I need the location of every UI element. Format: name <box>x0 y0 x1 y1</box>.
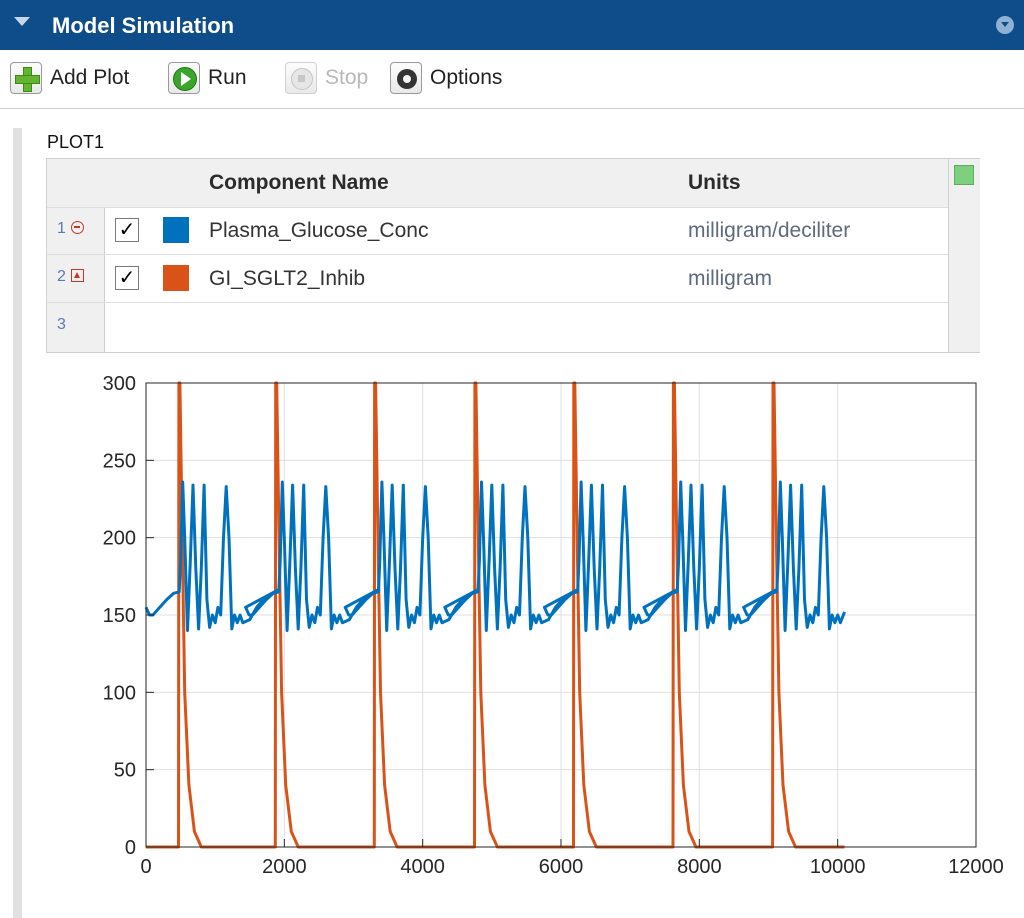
y-tick-label: 250 <box>103 450 136 472</box>
row-warning-icon <box>71 269 84 282</box>
line-color-swatch[interactable] <box>163 265 189 291</box>
panel-title-bar: Model Simulation <box>0 0 1024 50</box>
header-component-name: Component Name <box>209 171 389 194</box>
component-name[interactable]: GI_SGLT2_Inhib <box>209 267 365 291</box>
add-plot-label: Add Plot <box>50 66 130 89</box>
y-tick-label: 300 <box>103 373 136 395</box>
stop-label: Stop <box>325 66 369 89</box>
run-label: Run <box>208 66 247 89</box>
x-tick-label: 8000 <box>677 856 722 878</box>
line-color-swatch[interactable] <box>163 217 189 243</box>
plot-name: PLOT1 <box>47 132 105 152</box>
x-tick-label: 4000 <box>400 856 445 878</box>
plot-component-table: Component Name Units 1 ✓ Plasma_Glucose_… <box>46 158 980 353</box>
run-button[interactable]: Run <box>168 58 247 98</box>
y-tick-label: 100 <box>103 682 136 704</box>
row-number: 3 <box>57 316 66 333</box>
row-visible-checkbox[interactable]: ✓ <box>115 218 139 242</box>
component-name[interactable]: Plasma_Glucose_Conc <box>209 219 428 243</box>
x-tick-label: 12000 <box>948 856 1004 878</box>
toolbar: Add Plot Run Stop Options <box>0 50 1024 109</box>
x-tick-label: 10000 <box>810 856 866 878</box>
run-play-icon <box>168 62 200 94</box>
row-number: 1 <box>57 220 66 237</box>
component-units[interactable]: milligram <box>688 267 772 291</box>
row-number: 2 <box>57 268 66 285</box>
panel-title: Model Simulation <box>52 13 235 38</box>
row-visible-checkbox[interactable]: ✓ <box>115 266 139 290</box>
stop-button[interactable]: Stop <box>285 58 368 98</box>
y-tick-label: 0 <box>125 837 136 859</box>
panel-menu-icon[interactable] <box>996 16 1014 34</box>
add-plot-button[interactable]: Add Plot <box>10 58 129 98</box>
options-label: Options <box>430 66 503 89</box>
collapse-arrow-icon[interactable] <box>14 17 30 26</box>
x-tick-label: 2000 <box>262 856 307 878</box>
stop-icon <box>285 62 317 94</box>
table-header-row: Component Name Units <box>47 159 948 208</box>
table-row[interactable]: 3 <box>47 303 948 350</box>
table-row[interactable]: 1 ✓ Plasma_Glucose_Conc milligram/decili… <box>47 207 948 255</box>
y-tick-label: 50 <box>114 760 136 782</box>
table-status-column <box>948 159 980 352</box>
header-units: Units <box>688 171 741 194</box>
y-tick-label: 150 <box>103 605 136 627</box>
add-plus-icon <box>10 62 42 94</box>
status-indicator <box>954 165 974 185</box>
options-button[interactable]: Options <box>390 58 502 98</box>
gear-icon <box>390 62 422 94</box>
table-row[interactable]: 2 ✓ GI_SGLT2_Inhib milligram <box>47 255 948 303</box>
x-tick-label: 6000 <box>539 856 584 878</box>
x-tick-label: 0 <box>140 856 151 878</box>
y-tick-label: 200 <box>103 528 136 550</box>
simulation-plot[interactable]: 0 2000 4000 6000 8000 10000 12000 0 50 100 150 200… <box>0 358 1024 918</box>
row-status-icon <box>71 221 84 234</box>
component-units[interactable]: milligram/deciliter <box>688 219 850 243</box>
